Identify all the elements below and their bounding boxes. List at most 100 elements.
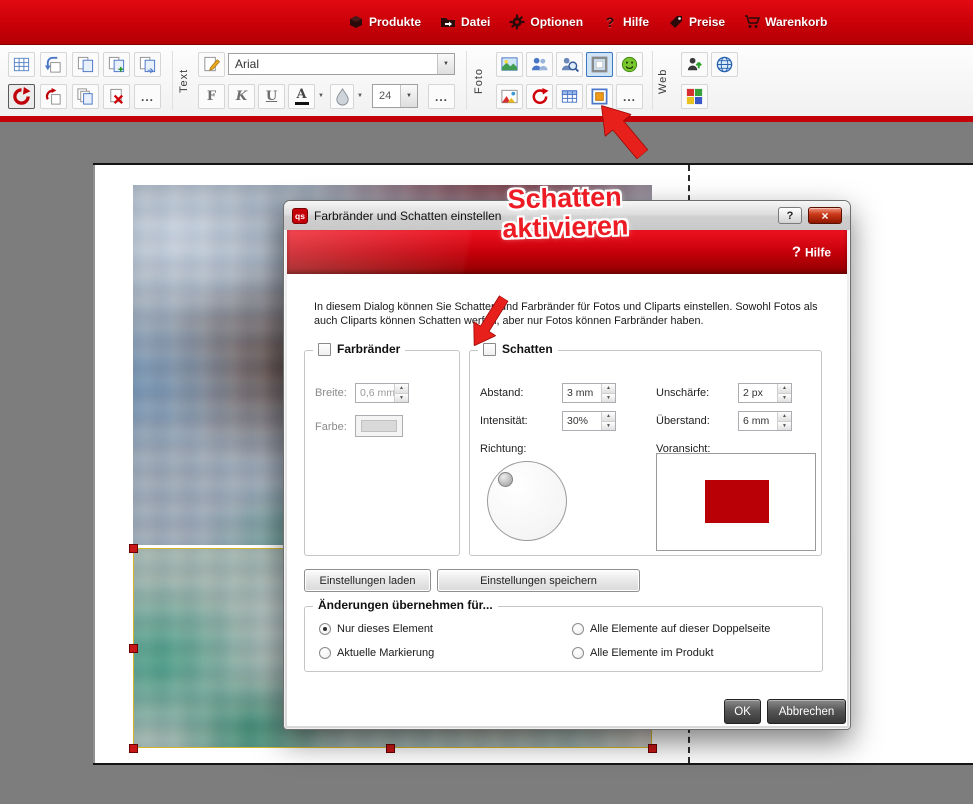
menu-item-preise[interactable]: Preise [668, 14, 725, 30]
opacity-button[interactable] [330, 84, 354, 109]
menu-item-optionen[interactable]: Optionen [509, 14, 583, 30]
spin-down-button[interactable]: ▼ [602, 422, 615, 431]
font-color-button[interactable]: A [288, 84, 315, 109]
rotate-page-button[interactable] [8, 84, 35, 109]
grid-icon [12, 55, 31, 74]
undo-page-button[interactable] [40, 52, 67, 77]
farbraender-checkbox[interactable] [318, 343, 331, 356]
selection-handle-mid-left[interactable] [129, 644, 138, 653]
richtung-label: Richtung: [480, 443, 526, 455]
abstand-spinner[interactable]: 3 mm ▲ ▼ [562, 383, 616, 403]
font-family-select[interactable]: Arial ▼ [228, 53, 455, 75]
apply-title: Änderungen übernehmen für... [318, 598, 493, 612]
unschaerfe-spinner[interactable]: 2 px ▲ ▼ [738, 383, 792, 403]
radio-label: Alle Elemente auf dieser Doppelseite [590, 623, 770, 635]
copy-page-button[interactable] [72, 52, 99, 77]
opacity-dropdown-icon[interactable]: ▼ [355, 93, 365, 99]
persons-button[interactable] [526, 52, 553, 77]
ok-button[interactable]: OK [724, 699, 761, 724]
menu-item-hilfe[interactable]: ? Hilfe [602, 14, 649, 30]
more-text-button[interactable]: ... [428, 84, 455, 109]
help-icon: ? [602, 14, 618, 30]
radio-nur-dieses-element[interactable]: Nur dieses Element [319, 623, 433, 635]
schatten-group: Schatten Abstand: 3 mm ▲ ▼ Unschärfe: 2 … [469, 350, 822, 556]
radio-alle-doppelseite[interactable]: Alle Elemente auf dieser Doppelseite [572, 623, 770, 635]
selection-handle-bottom-mid[interactable] [386, 744, 395, 753]
photo-frame-button[interactable] [586, 52, 613, 77]
underline-button[interactable]: U [258, 84, 285, 109]
spin-up-button[interactable]: ▲ [778, 384, 791, 394]
font-color-dropdown-icon[interactable]: ▼ [316, 93, 326, 99]
shadow-preview [656, 453, 816, 551]
cart-icon [744, 14, 760, 30]
dialog-content: In diesem Dialog können Sie Schatten und… [287, 274, 847, 726]
ueberstand-spinner[interactable]: 6 mm ▲ ▼ [738, 411, 792, 431]
font-size-select[interactable]: 24 ▼ [372, 84, 418, 108]
insert-page-button[interactable] [103, 52, 130, 77]
radio-control[interactable] [572, 623, 584, 635]
droplet-icon [333, 87, 352, 106]
rotate-element-button[interactable] [40, 84, 67, 109]
menu-item-warenkorb[interactable]: Warenkorb [744, 14, 827, 30]
edit-text-button[interactable] [198, 52, 225, 77]
selection-handle-top-left[interactable] [129, 544, 138, 553]
shadow-direction-dial[interactable] [487, 461, 567, 541]
photo-table-button[interactable] [556, 84, 583, 109]
radio-alle-produkt[interactable]: Alle Elemente im Produkt [572, 647, 714, 659]
breite-label: Breite: [315, 387, 347, 399]
save-settings-button[interactable]: Einstellungen speichern [437, 569, 640, 592]
spin-down-button[interactable]: ▼ [778, 422, 791, 431]
radio-control[interactable] [319, 623, 331, 635]
delete-page-button[interactable] [103, 84, 130, 109]
italic-button[interactable]: K [228, 84, 255, 109]
web-gallery-button[interactable] [681, 84, 708, 109]
spinner-value: 2 px [739, 384, 777, 402]
selection-handle-bottom-right[interactable] [648, 744, 657, 753]
spin-up-button[interactable]: ▲ [602, 384, 615, 394]
spin-down-button[interactable]: ▼ [602, 394, 615, 403]
chevron-down-icon[interactable]: ▼ [400, 85, 417, 107]
spin-down-button[interactable]: ▼ [778, 394, 791, 403]
smiley-icon [620, 55, 639, 74]
rotate-red-icon [12, 87, 31, 106]
persons-icon [530, 55, 549, 74]
photo-effects-button[interactable] [496, 84, 523, 109]
spin-up-button[interactable]: ▲ [395, 384, 408, 394]
underline-label: U [266, 89, 277, 104]
radio-control[interactable] [572, 647, 584, 659]
move-page-button[interactable] [134, 52, 161, 77]
toolbar-separator [172, 51, 173, 110]
banner-help-link[interactable]: ? Hilfe [792, 244, 831, 261]
bold-button[interactable]: F [198, 84, 225, 109]
layout-grid-button[interactable] [8, 52, 35, 77]
web-globe-button[interactable] [711, 52, 738, 77]
radio-aktuelle-markierung[interactable]: Aktuelle Markierung [319, 647, 434, 659]
page-stack-button[interactable] [72, 84, 99, 109]
spin-down-button[interactable]: ▼ [395, 394, 408, 403]
menu-item-datei[interactable]: Datei [440, 14, 490, 30]
intensitaet-spinner[interactable]: 30% ▲ ▼ [562, 411, 616, 431]
load-settings-button[interactable]: Einstellungen laden [304, 569, 431, 592]
upload-person-button[interactable] [681, 52, 708, 77]
radio-control[interactable] [319, 647, 331, 659]
person-search-button[interactable] [556, 52, 583, 77]
spinner-buttons: ▲ ▼ [777, 412, 791, 430]
cancel-button[interactable]: Abbrechen [767, 699, 846, 724]
smiley-button[interactable] [616, 52, 643, 77]
titlebar-help-button[interactable]: ? [778, 207, 802, 224]
spin-up-button[interactable]: ▲ [602, 412, 615, 422]
direction-handle[interactable] [498, 472, 513, 487]
menu-item-label: Optionen [530, 15, 583, 29]
chevron-down-icon[interactable]: ▼ [437, 54, 454, 74]
help-label: Hilfe [805, 246, 831, 260]
farbe-swatch-button[interactable] [355, 415, 403, 437]
replace-photo-button[interactable] [526, 84, 553, 109]
close-icon[interactable]: × [808, 207, 842, 224]
file-icon [440, 14, 456, 30]
spin-up-button[interactable]: ▲ [778, 412, 791, 422]
menu-item-produkte[interactable]: Produkte [348, 14, 421, 30]
more-pages-button[interactable]: ... [134, 84, 161, 109]
selection-handle-bottom-left[interactable] [129, 744, 138, 753]
breite-spinner[interactable]: 0,6 mm ▲ ▼ [355, 383, 409, 403]
insert-photo-button[interactable] [496, 52, 523, 77]
